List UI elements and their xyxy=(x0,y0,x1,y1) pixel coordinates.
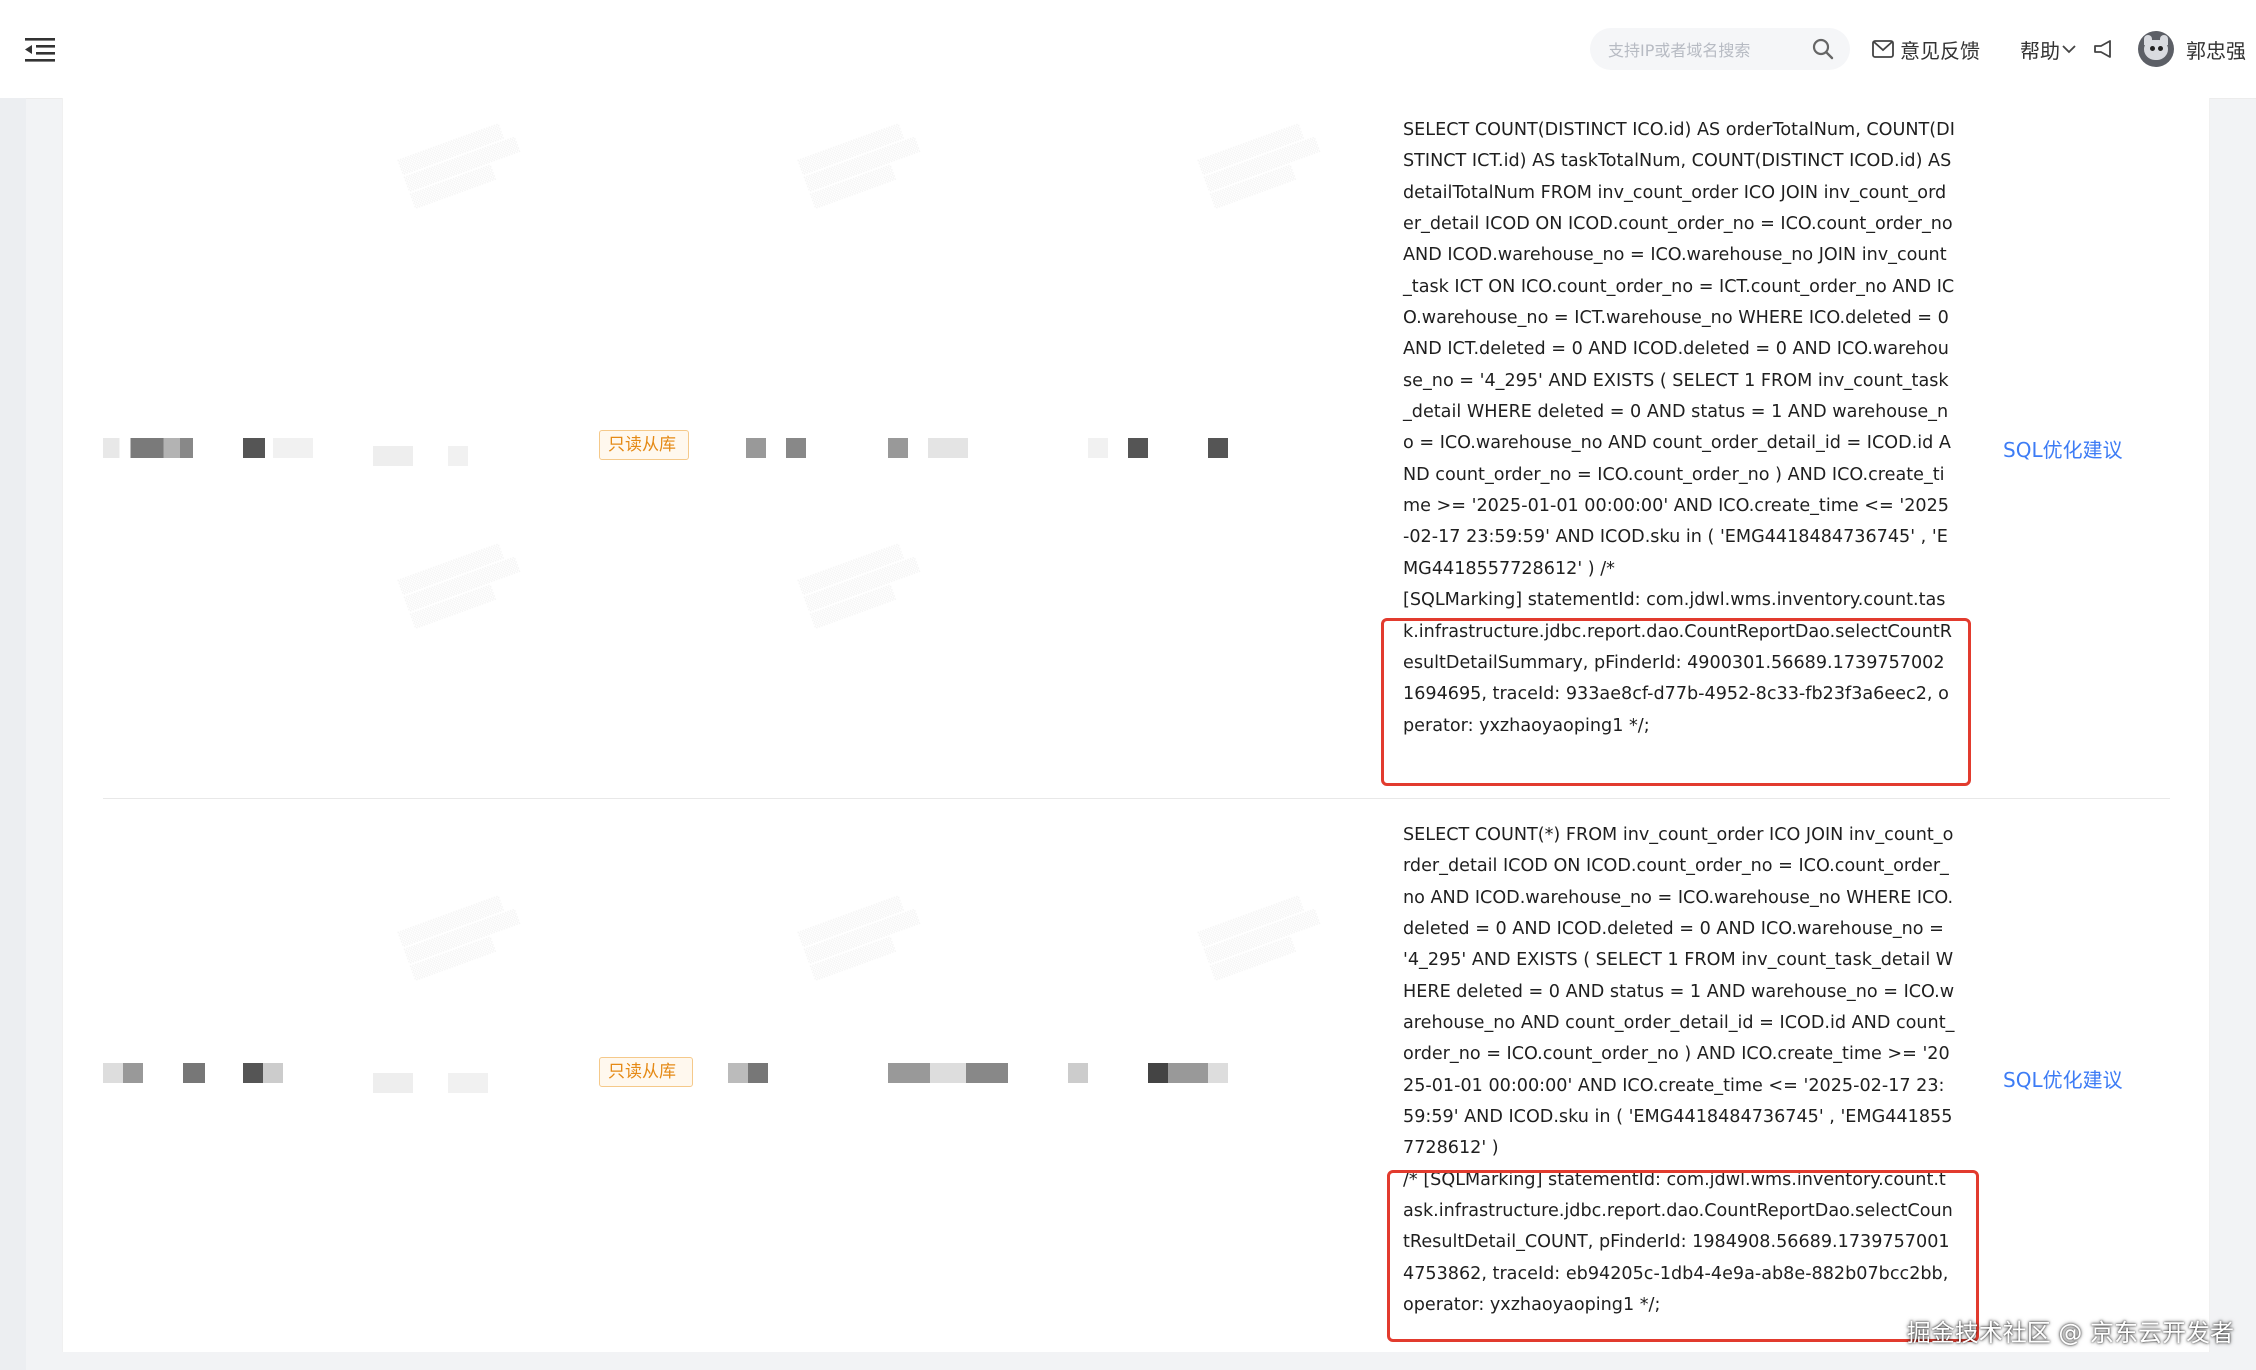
watermark: ▒▒▒▒▒▒▒▒▒▒ ▒▒▒▒▒▒▒▒▒▒▒ ▒▒▒▒▒▒▒▒ xyxy=(797,123,921,210)
redacted-cell xyxy=(273,438,313,458)
table-row: ▒▒▒▒▒▒▒▒▒▒ ▒▒▒▒▒▒▒▒▒▒▒ ▒▒▒▒▒▒▒▒ ▒▒▒▒▒▒▒▒▒▒… xyxy=(103,98,2170,799)
redacted-cell xyxy=(728,1063,768,1083)
sql-body: SELECT COUNT(*) FROM inv_count_order ICO… xyxy=(1403,825,1955,1159)
search-input[interactable] xyxy=(1606,34,1800,66)
redacted-cell xyxy=(1208,438,1228,458)
watermark: ▒▒▒▒▒▒▒▒▒▒ ▒▒▒▒▒▒▒▒▒▒▒ ▒▒▒▒▒▒▒▒ xyxy=(1197,895,1321,982)
help-menu[interactable]: 帮助 xyxy=(2020,34,2076,64)
redacted-cell xyxy=(373,446,413,466)
footer-brand: 掘金技术社区 @ 京东云开发者 xyxy=(1906,1319,2234,1347)
redacted-cell xyxy=(928,438,968,458)
redacted-cell xyxy=(1148,1063,1228,1083)
redacted-cell xyxy=(746,438,766,458)
mail-icon xyxy=(1872,40,1894,58)
sql-marking: /* [SQLMarking] statementId: com.jdwl.wm… xyxy=(1403,1169,1953,1316)
redacted-cell xyxy=(183,1063,205,1083)
sql-table: ▒▒▒▒▒▒▒▒▒▒ ▒▒▒▒▒▒▒▒▒▒▒ ▒▒▒▒▒▒▒▒ ▒▒▒▒▒▒▒▒▒▒… xyxy=(62,98,2210,1352)
top-header: 意见反馈 帮助 郭忠强 xyxy=(0,0,2256,99)
user-menu[interactable]: 郭忠强 xyxy=(2138,31,2246,67)
user-name: 郭忠强 xyxy=(2186,38,2246,63)
menu-fold-icon[interactable] xyxy=(24,36,56,64)
sql-statement: SELECT COUNT(*) FROM inv_count_order ICO… xyxy=(1403,820,1955,1322)
feedback-label: 意见反馈 xyxy=(1900,38,1980,63)
sql-statement: SELECT COUNT(DISTINCT ICO.id) AS orderTo… xyxy=(1403,115,1955,742)
announcement-button[interactable] xyxy=(2092,34,2118,64)
redacted-cell xyxy=(373,1073,413,1093)
watermark: ▒▒▒▒▒▒▒▒▒▒ ▒▒▒▒▒▒▒▒▒▒▒ ▒▒▒▒▒▒▒▒ xyxy=(797,543,921,630)
redacted-cell xyxy=(1068,1063,1088,1083)
readonly-replica-tag: 只读从库 xyxy=(599,430,689,460)
redacted-cell xyxy=(786,438,806,458)
left-rail xyxy=(0,98,26,1370)
redacted-cell xyxy=(888,438,908,458)
watermark: ▒▒▒▒▒▒▒▒▒▒ ▒▒▒▒▒▒▒▒▒▒▒ ▒▒▒▒▒▒▒▒ xyxy=(797,895,921,982)
help-label: 帮助 xyxy=(2020,38,2060,63)
chevron-down-icon xyxy=(2062,45,2076,54)
watermark: ▒▒▒▒▒▒▒▒▒▒ ▒▒▒▒▒▒▒▒▒▒▒ ▒▒▒▒▒▒▒▒ xyxy=(1197,123,1321,210)
search-box xyxy=(1590,28,1850,70)
redacted-cell xyxy=(243,1063,283,1083)
redacted-cell xyxy=(448,446,468,466)
sql-advice-link[interactable]: SQL优化建议 xyxy=(2003,434,2123,463)
redacted-cell xyxy=(103,438,213,458)
redacted-cell xyxy=(1088,438,1108,458)
watermark: ▒▒▒▒▒▒▒▒▒▒ ▒▒▒▒▒▒▒▒▒▒▒ ▒▒▒▒▒▒▒▒ xyxy=(397,123,521,210)
search-icon[interactable] xyxy=(1812,38,1834,60)
redacted-cell xyxy=(103,1063,143,1083)
redacted-cell xyxy=(888,1063,1008,1083)
sql-advice-link[interactable]: SQL优化建议 xyxy=(2003,1064,2123,1093)
announcement-icon xyxy=(2094,40,2111,58)
table-row: ▒▒▒▒▒▒▒▒▒▒ ▒▒▒▒▒▒▒▒▒▒▒ ▒▒▒▒▒▒▒▒ ▒▒▒▒▒▒▒▒▒▒… xyxy=(103,800,2170,1352)
sql-marking: [SQLMarking] statementId: com.jdwl.wms.i… xyxy=(1403,590,1952,736)
sql-body: SELECT COUNT(DISTINCT ICO.id) AS orderTo… xyxy=(1403,120,1955,579)
feedback-button[interactable]: 意见反馈 xyxy=(1872,34,1980,64)
watermark: ▒▒▒▒▒▒▒▒▒▒ ▒▒▒▒▒▒▒▒▒▒▒ ▒▒▒▒▒▒▒▒ xyxy=(397,895,521,982)
redacted-cell xyxy=(1128,438,1148,458)
cat-avatar xyxy=(2138,31,2174,67)
readonly-replica-tag: 只读从库 xyxy=(599,1057,693,1087)
redacted-cell xyxy=(448,1073,488,1093)
redacted-cell xyxy=(243,438,265,458)
watermark: ▒▒▒▒▒▒▒▒▒▒ ▒▒▒▒▒▒▒▒▒▒▒ ▒▒▒▒▒▒▒▒ xyxy=(397,543,521,630)
